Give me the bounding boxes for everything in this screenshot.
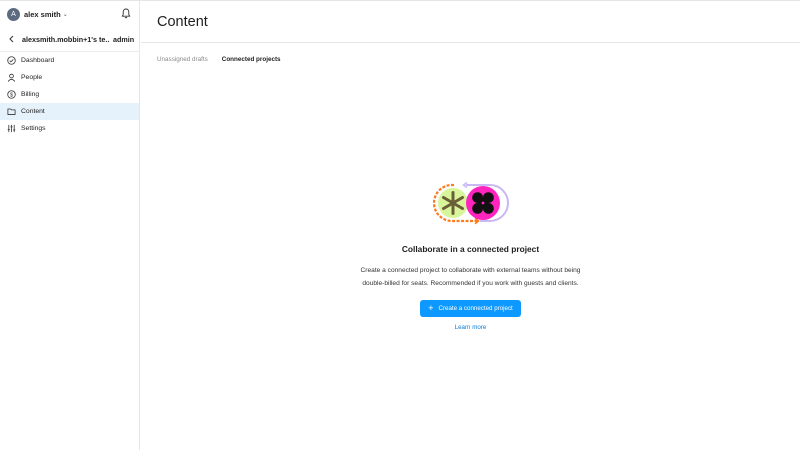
account-switcher[interactable]: A alex smith ⌄ [0,1,140,27]
user-name: alex smith [24,9,61,19]
description-line: Create a connected project to collaborat… [360,267,581,274]
plus-icon: + [428,303,434,313]
folder-icon [7,108,16,115]
bell-icon[interactable] [121,8,131,19]
check-circle-icon [7,56,16,65]
create-connected-project-button[interactable]: + Create a connected project [420,300,521,317]
main-panel: Content Unassigned drafts Connected proj… [141,1,800,450]
empty-state-title: Collaborate in a connected project [401,244,540,254]
sidebar-item-label: People [21,74,43,81]
sidebar-item-label: Dashboard [21,57,55,64]
tab-connected-projects[interactable]: Connected projects [222,56,281,63]
avatar: A [7,7,20,21]
sidebar-item-dashboard[interactable]: Dashboard [0,52,139,69]
team-name: alexsmith.mobbin+1's te... [22,34,109,44]
empty-state-description: Create a connected project to collaborat… [141,264,800,290]
dollar-icon: $ [7,90,16,99]
team-switcher[interactable]: alexsmith.mobbin+1's te... admin [0,31,140,47]
sidebar-item-label: Content [21,108,45,115]
svg-text:$: $ [10,92,13,98]
sliders-icon [7,124,16,133]
button-label: Create a connected project [438,305,513,312]
chevron-left-icon[interactable] [6,33,18,45]
team-role: admin [113,34,135,44]
empty-state: Collaborate in a connected project Creat… [141,181,800,331]
sidebar: A alex smith ⌄ alexsmith.mobbin+1's te..… [0,1,140,450]
sidebar-item-label: Billing [21,91,40,98]
person-icon [7,73,16,82]
content-tabs: Unassigned drafts Connected projects [157,56,281,63]
connected-project-illustration-icon [432,181,509,225]
page-header: Content [141,1,800,43]
sidebar-nav: Dashboard People $ Billing Content Setti… [0,52,139,137]
page-title: Content [157,13,208,30]
learn-more-link[interactable]: Learn more [141,324,800,331]
sidebar-item-billing[interactable]: $ Billing [0,86,139,103]
chevron-down-icon: ⌄ [62,11,68,18]
sidebar-item-content[interactable]: Content [0,103,139,120]
description-line: double-billed for seats. Recommended if … [362,280,579,287]
sidebar-item-people[interactable]: People [0,69,139,86]
tab-unassigned-drafts[interactable]: Unassigned drafts [157,56,208,63]
sidebar-item-settings[interactable]: Settings [0,120,139,137]
sidebar-item-label: Settings [21,125,46,132]
